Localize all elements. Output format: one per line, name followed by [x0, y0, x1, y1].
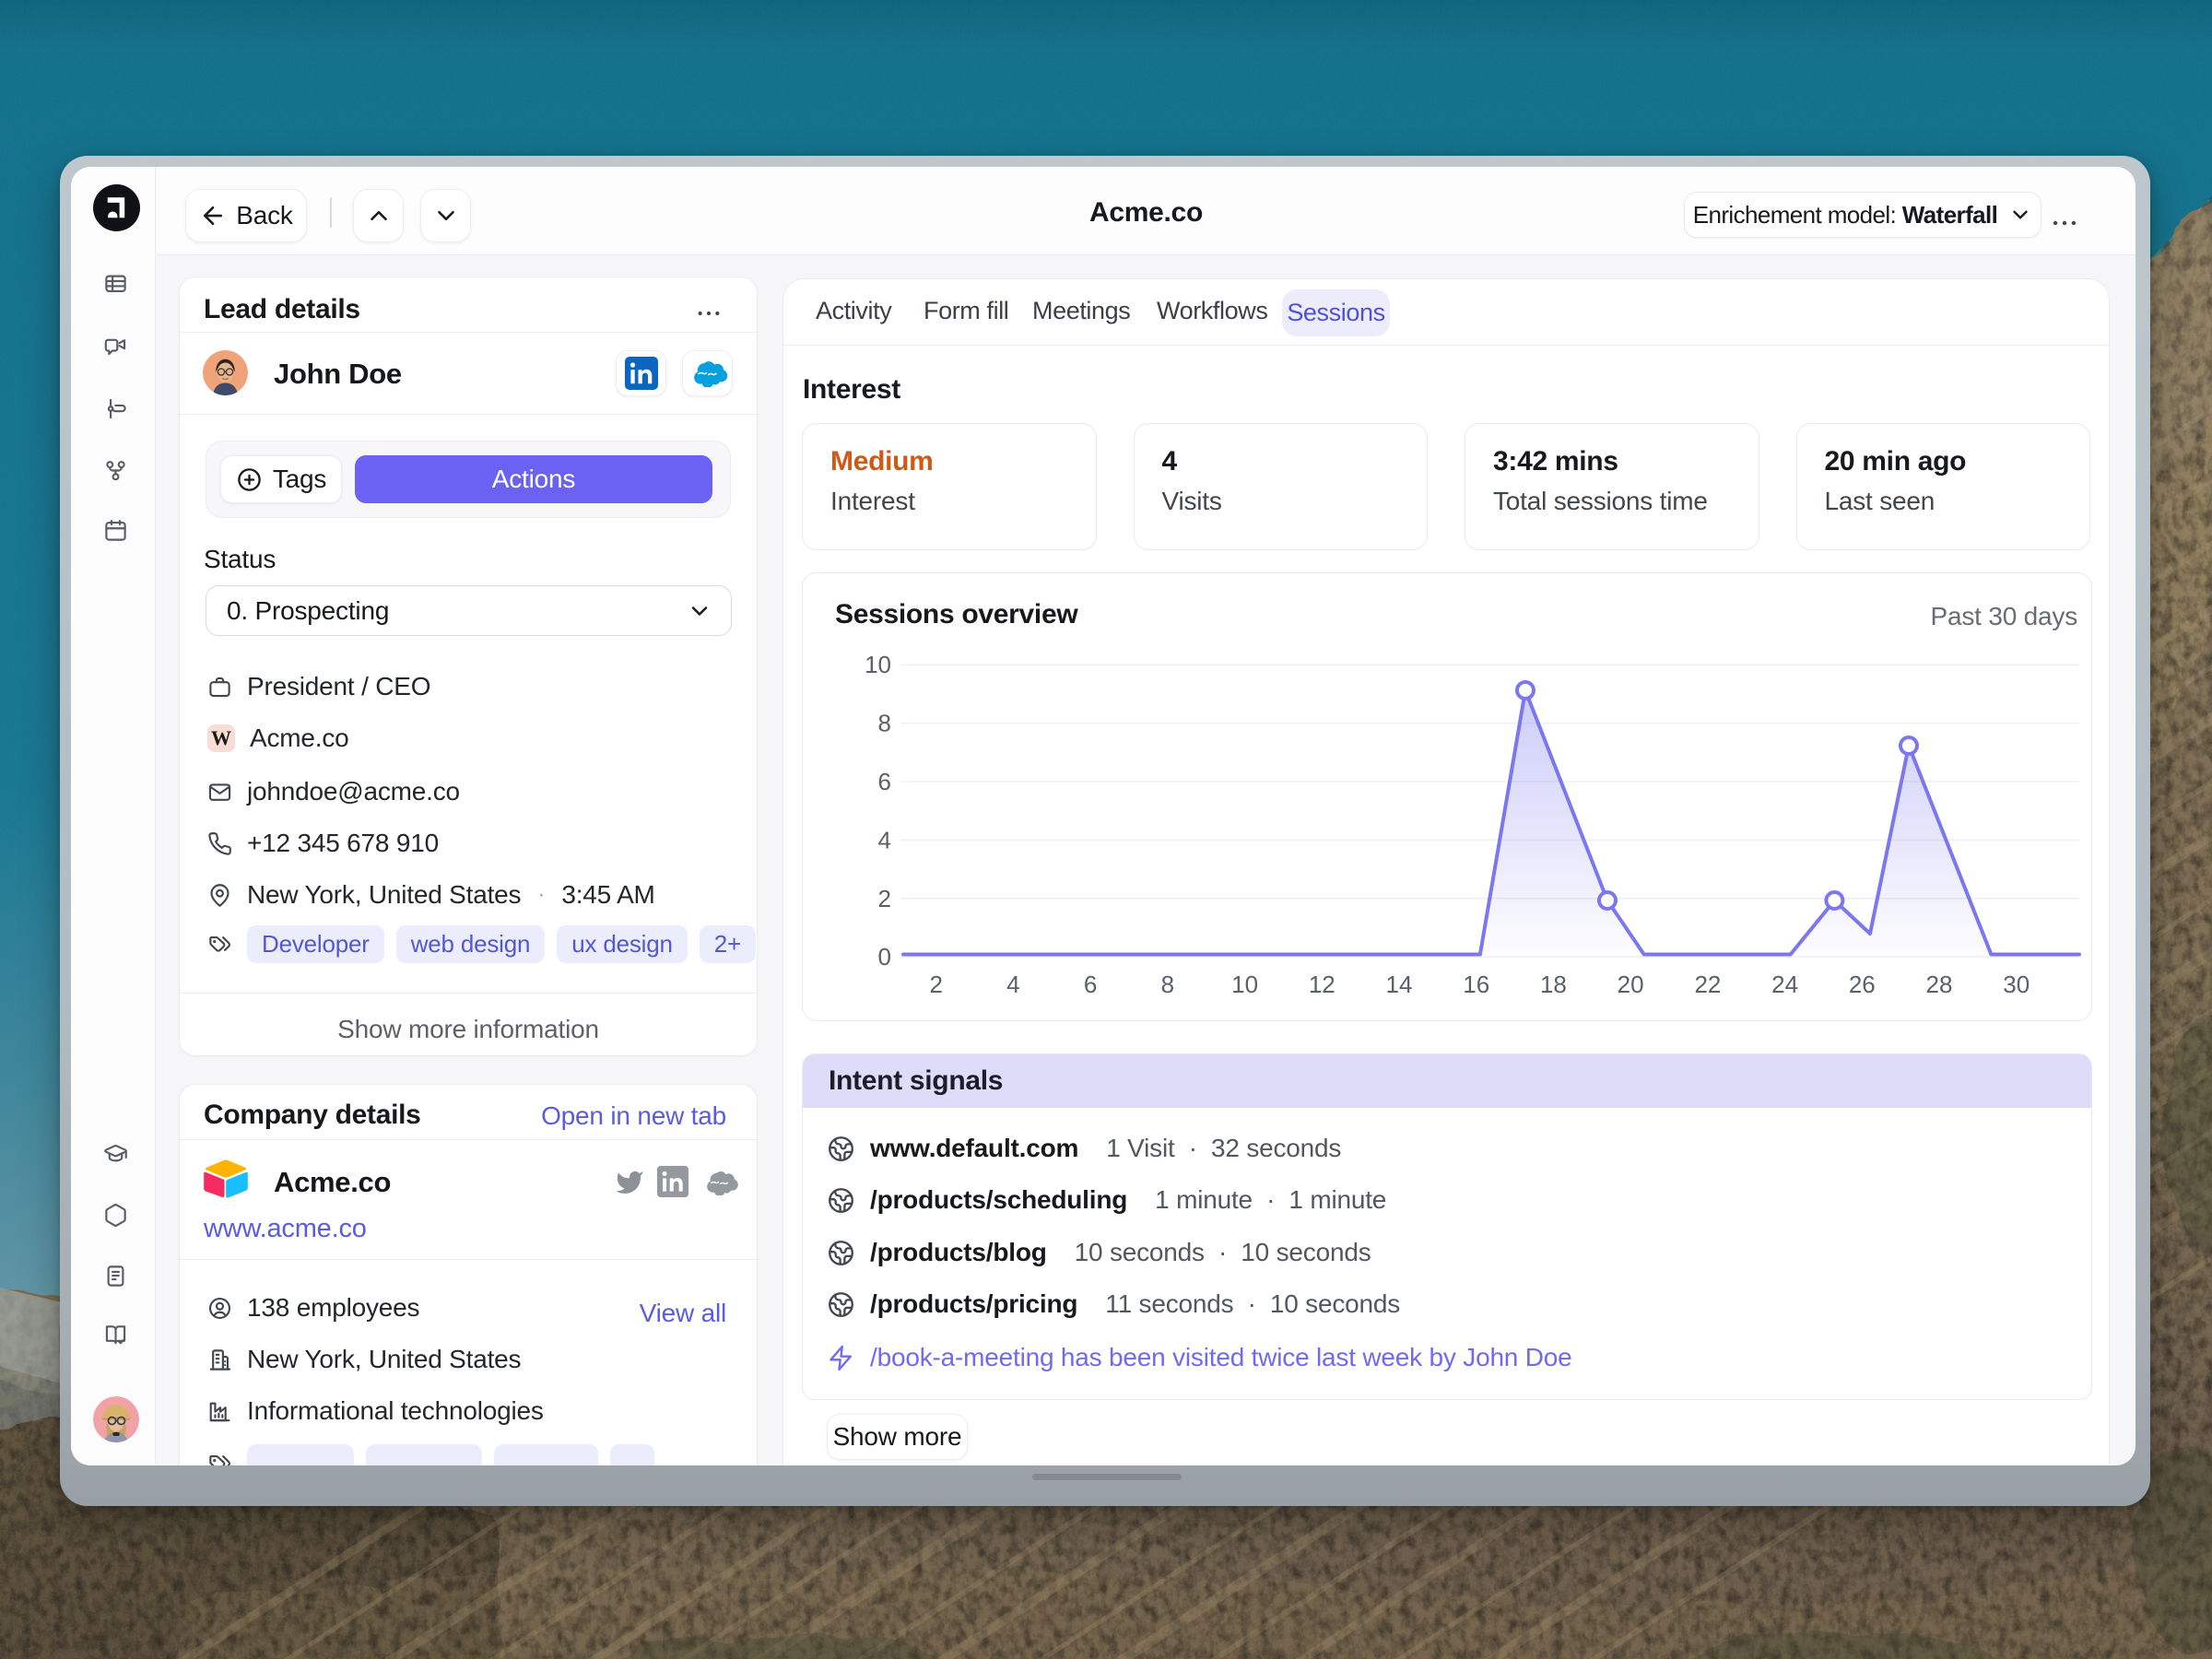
svg-text:30: 30 [2003, 971, 2030, 998]
svg-text:10: 10 [865, 651, 891, 678]
svg-text:26: 26 [1849, 971, 1876, 998]
svg-text:2: 2 [878, 885, 891, 912]
svg-text:16: 16 [1463, 971, 1489, 998]
svg-text:8: 8 [1161, 971, 1174, 998]
svg-text:6: 6 [1084, 971, 1097, 998]
svg-text:10: 10 [1231, 971, 1258, 998]
svg-text:14: 14 [1386, 971, 1413, 998]
svg-text:24: 24 [1771, 971, 1798, 998]
svg-text:6: 6 [878, 768, 891, 795]
svg-text:18: 18 [1540, 971, 1567, 998]
svg-text:28: 28 [1926, 971, 1953, 998]
svg-text:22: 22 [1694, 971, 1721, 998]
svg-text:4: 4 [878, 826, 891, 853]
svg-text:2: 2 [929, 971, 942, 998]
svg-text:4: 4 [1006, 971, 1019, 998]
svg-text:0: 0 [878, 943, 891, 971]
svg-text:20: 20 [1618, 971, 1644, 998]
svg-text:8: 8 [878, 710, 891, 737]
svg-text:12: 12 [1309, 971, 1335, 998]
